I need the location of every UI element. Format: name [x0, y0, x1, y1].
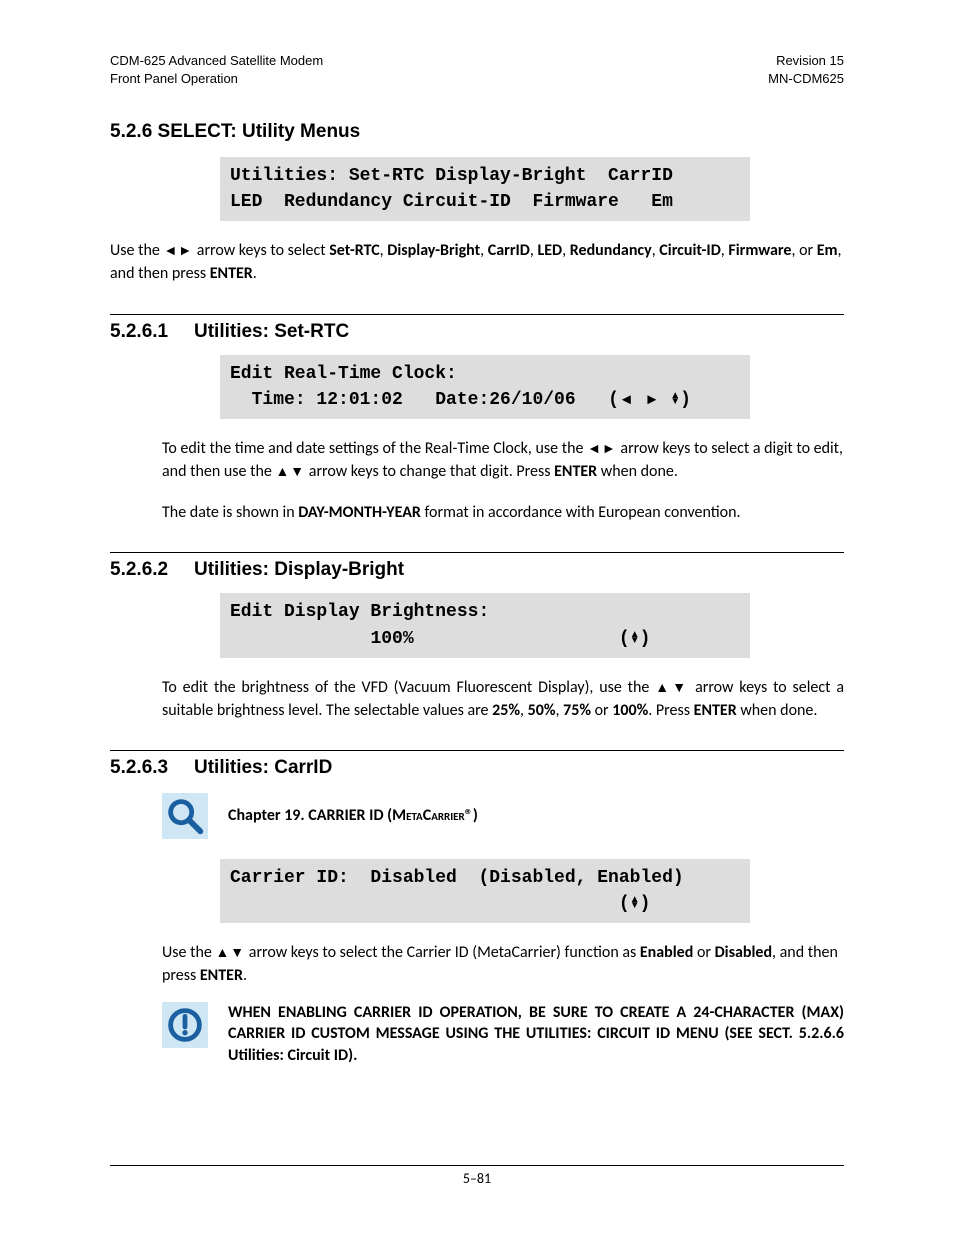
enter-key: ENTER [694, 701, 737, 720]
page-number: 5–81 [110, 1165, 844, 1187]
lcd-line: ) [680, 390, 691, 410]
lcd-utilities-menu: Utilities: Set-RTC Display-Bright CarrID… [220, 157, 750, 221]
lcd-line: 100% ( [230, 629, 630, 649]
val: 100% [612, 701, 648, 720]
left-arrow-icon: ◄ [619, 391, 634, 408]
text: Use the [162, 943, 215, 962]
para-carrid: Use the ▲▼ arrow keys to select the Carr… [162, 941, 844, 987]
opt: Circuit-ID [659, 241, 720, 260]
date-format: DAY-MONTH-YEAR [298, 503, 421, 522]
lcd-line: Carrier ID: Disabled (Disabled, Enabled) [230, 868, 684, 888]
hdr-right-2: MN-CDM625 [768, 71, 844, 86]
text: Press [652, 701, 693, 720]
lcd-line: ) [640, 629, 651, 649]
lcd-line: Time: 12:01:02 Date:26/10/06 ( [230, 390, 619, 410]
lcd-set-rtc: Edit Real-Time Clock: Time: 12:01:02 Dat… [220, 355, 750, 419]
text: Use the [110, 241, 163, 260]
text: arrow keys to select the Carrier ID (Met… [245, 943, 640, 962]
opt: Disabled [715, 943, 772, 962]
val: 25% [492, 701, 520, 720]
reference-block: Chapter 19. CARRIER ID (MetaCarrier®) [162, 793, 844, 839]
opt: Set-RTC [329, 241, 379, 260]
section-number: 5.2.6.3 [110, 757, 194, 779]
enter-key: ENTER [554, 462, 597, 481]
section-title: Utilities: Set-RTC [194, 321, 349, 343]
heading-set-rtc: 5.2.6.1 Utilities: Set-RTC [110, 314, 844, 343]
lcd-line: LED Redundancy Circuit-ID Firmware Em [230, 192, 673, 212]
section-number: 5.2.6.2 [110, 559, 194, 581]
text: The date is shown in [162, 503, 298, 522]
up-down-arrow-icon: ▲▼ [630, 897, 640, 909]
enter-key: ENTER [200, 966, 243, 985]
up-down-arrow-icon: ▲▼ [670, 393, 680, 405]
text: MetaCarrier [392, 806, 465, 825]
val: 75% [563, 701, 591, 720]
section-title: Utilities: Display-Bright [194, 559, 404, 581]
opt: CarrID [488, 241, 530, 260]
up-down-arrow-icon: ▲▼ [655, 679, 689, 695]
para-date-format: The date is shown in DAY-MONTH-YEAR form… [162, 501, 844, 524]
text: Chapter 19. CARRIER ID ( [228, 806, 392, 825]
left-right-arrow-icon: ◄► [163, 242, 193, 258]
warning-block: WHEN ENABLING CARRIER ID OPERATION, BE S… [162, 1002, 844, 1067]
heading-display-bright: 5.2.6.2 Utilities: Display-Bright [110, 552, 844, 581]
lcd-display-bright: Edit Display Brightness: 100% (▲▼) [220, 593, 750, 657]
text: To edit the time and date settings of th… [162, 439, 587, 458]
text: when done. [737, 701, 818, 720]
lcd-line: ( [230, 894, 630, 914]
val: 50% [528, 701, 556, 720]
text: format in accordance with European conve… [421, 503, 741, 522]
text: ®) [465, 806, 478, 825]
page-header: CDM-625 Advanced Satellite Modem Front P… [110, 52, 844, 87]
para-utilities-instruction: Use the ◄► arrow keys to select Set-RTC,… [110, 239, 844, 285]
text: arrow keys to select [193, 241, 329, 260]
text: arrow keys to change that digit. Press [305, 462, 554, 481]
warning-text: WHEN ENABLING CARRIER ID OPERATION, BE S… [228, 1002, 844, 1067]
text: To edit the brightness of the VFD (Vacuu… [162, 678, 655, 697]
para-brightness: To edit the brightness of the VFD (Vacuu… [162, 676, 844, 722]
reference-text: Chapter 19. CARRIER ID (MetaCarrier®) [228, 805, 478, 827]
hdr-left-2: Front Panel Operation [110, 71, 238, 86]
up-down-arrow-icon: ▲▼ [275, 463, 305, 479]
hdr-right-1: Revision 15 [776, 53, 844, 68]
lcd-carrier-id: Carrier ID: Disabled (Disabled, Enabled)… [220, 859, 750, 923]
hdr-left-1: CDM-625 Advanced Satellite Modem [110, 53, 323, 68]
up-down-arrow-icon: ▲▼ [215, 944, 245, 960]
opt: LED [537, 241, 562, 260]
opt: Firmware [728, 241, 791, 260]
text: WHEN ENABLING CARRIER ID OPERATION, BE S… [228, 1003, 844, 1065]
section-title: Utilities: CarrID [194, 757, 332, 779]
lcd-line: ) [640, 894, 651, 914]
section-number: 5.2.6.1 [110, 321, 194, 343]
lcd-line: Utilities: Set-RTC Display-Bright CarrID [230, 166, 673, 186]
lcd-line: Edit Real-Time Clock: [230, 364, 457, 384]
opt: Em [817, 241, 838, 260]
up-down-arrow-icon: ▲▼ [630, 632, 640, 644]
opt: Redundancy [570, 241, 652, 260]
lcd-line: Edit Display Brightness: [230, 602, 489, 622]
heading-carrid: 5.2.6.3 Utilities: CarrID [110, 750, 844, 779]
opt: Display-Bright [387, 241, 480, 260]
right-arrow-icon: ► [645, 391, 660, 408]
enter-key: ENTER [210, 264, 253, 283]
text: or [693, 943, 714, 962]
text: when done. [597, 462, 678, 481]
left-right-arrow-icon: ◄► [587, 440, 617, 456]
para-rtc-edit: To edit the time and date settings of th… [162, 437, 844, 483]
opt: Enabled [640, 943, 693, 962]
heading-select-utility-menus: 5.2.6 SELECT: Utility Menus [110, 121, 844, 143]
info-icon [162, 1002, 208, 1048]
magnifier-icon [162, 793, 208, 839]
